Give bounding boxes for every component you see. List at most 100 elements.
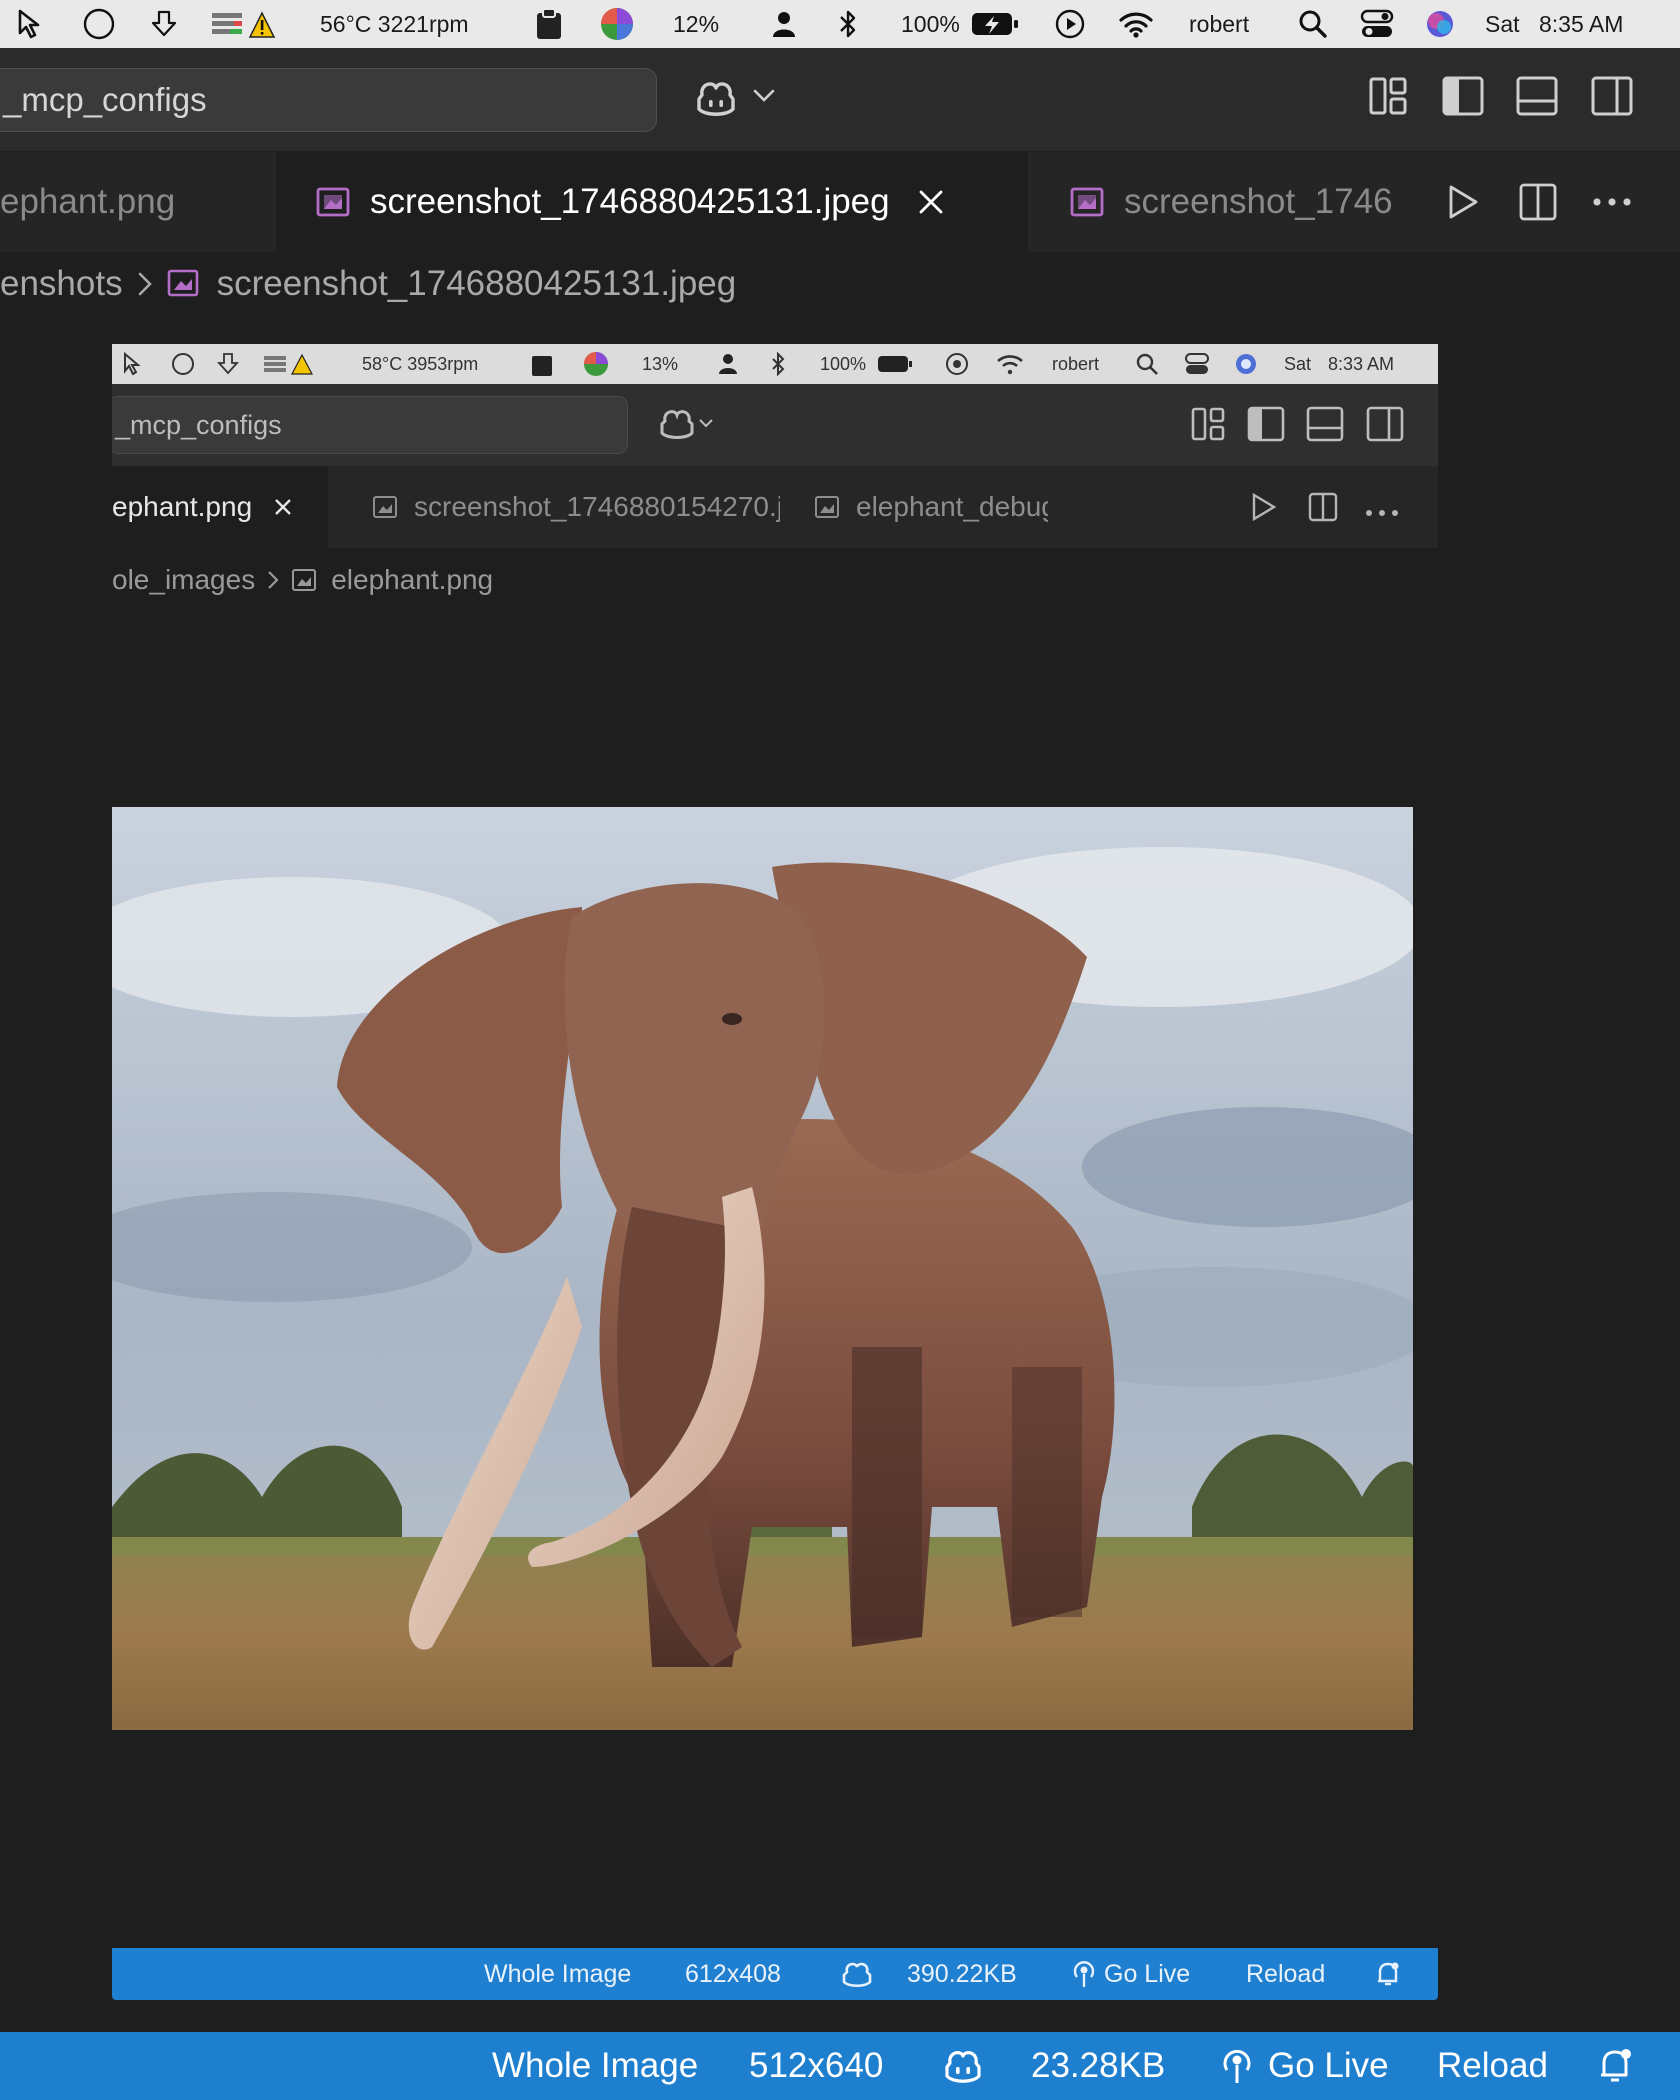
- customize-layout-icon[interactable]: [1368, 76, 1408, 116]
- customize-layout-icon: [1190, 406, 1226, 447]
- run-icon[interactable]: [1446, 152, 1480, 252]
- breadcrumb-folder[interactable]: enshots: [0, 264, 123, 304]
- username-label[interactable]: robert: [1189, 0, 1249, 48]
- tab-active-screenshot[interactable]: screenshot_1746880425131.jpeg: [276, 152, 1028, 252]
- preview-command-center: _mcp_configs: [112, 396, 628, 454]
- notifications-bell-icon: [1374, 1948, 1402, 2000]
- macos-menu-bar: 56°C 3221rpm 12% 100% robert Sat 8:35 AM: [0, 0, 1680, 48]
- notifications-bell-icon[interactable]: [1596, 2032, 1636, 2100]
- toggle-secondary-sidebar-icon: [1366, 406, 1404, 447]
- close-icon[interactable]: [916, 187, 946, 217]
- pie-chart-icon: [582, 344, 610, 384]
- clock-time-label[interactable]: 8:35 AM: [1539, 0, 1623, 48]
- control-center-icon[interactable]: [1360, 0, 1394, 48]
- more-actions-icon[interactable]: [1592, 152, 1632, 252]
- battery-charging-icon[interactable]: [970, 0, 1020, 48]
- elephant-photo: [112, 807, 1413, 1730]
- file-size-status[interactable]: 23.28KB: [1031, 2032, 1165, 2100]
- date-day-label[interactable]: Sat: [1485, 0, 1520, 48]
- search-icon: [1135, 344, 1159, 384]
- play-circle-icon[interactable]: [1054, 0, 1086, 48]
- person-icon: [717, 344, 739, 384]
- control-center-icon: [1184, 344, 1210, 384]
- clipboard-icon[interactable]: [534, 0, 564, 48]
- go-live-label: Go Live: [1104, 1959, 1191, 1988]
- tab-screenshot-2[interactable]: screenshot_1746: [1028, 152, 1420, 252]
- tab-label: ephant.png: [0, 182, 176, 221]
- chevron-right-icon: [265, 568, 281, 592]
- preview-menu-bar: 58°C 3953rpm 13% 100% robert Sat 8:33 AM: [112, 344, 1438, 384]
- copilot-icon[interactable]: [693, 77, 739, 119]
- circle-icon: [170, 344, 196, 384]
- reload-button[interactable]: Reload: [1437, 2032, 1548, 2100]
- stats-warning-icon: [262, 344, 314, 384]
- circle-icon[interactable]: [82, 0, 116, 48]
- image-file-icon: [316, 185, 352, 219]
- preview-status-bar: Whole Image 612x408 390.22KB Go Live Rel…: [112, 1948, 1438, 2000]
- stats-warning-icon[interactable]: [210, 0, 276, 48]
- search-icon[interactable]: [1298, 0, 1328, 48]
- date-day-label: Sat: [1284, 353, 1312, 374]
- toggle-primary-sidebar-icon[interactable]: [1442, 76, 1484, 116]
- image-dimensions-label: 612x408: [685, 1959, 781, 1988]
- battery-percent-readout[interactable]: 100%: [901, 0, 960, 48]
- command-center-label: _mcp_configs: [3, 81, 207, 118]
- username-label: robert: [1052, 353, 1100, 374]
- image-dimensions-status[interactable]: 512x640: [749, 2032, 883, 2100]
- pointer-icon[interactable]: [14, 0, 48, 48]
- go-live-button[interactable]: Go Live: [1268, 2032, 1389, 2100]
- chevron-down-icon[interactable]: [752, 88, 776, 104]
- zoom-status-button[interactable]: Whole Image: [492, 2032, 698, 2100]
- download-arrow-icon[interactable]: [147, 0, 181, 48]
- preview-tab-elephant-png: ephant.png: [112, 466, 328, 548]
- preview-tab-screenshot: screenshot_1746880154270.jpg: [360, 466, 780, 548]
- tab-label: ephant.png: [112, 491, 253, 522]
- wifi-icon: [996, 344, 1024, 384]
- temperature-fan-readout[interactable]: 56°C 3221rpm: [320, 0, 469, 48]
- breadcrumb-file[interactable]: screenshot_1746880425131.jpeg: [217, 264, 737, 304]
- file-size-label: 390.22KB: [907, 1959, 1017, 1988]
- tab-label: screenshot_1746: [1124, 182, 1393, 221]
- siri-icon[interactable]: [1425, 0, 1455, 48]
- pie-chart-icon[interactable]: [599, 0, 635, 48]
- preview-breadcrumb: ole_images elephant.png: [112, 548, 493, 612]
- play-circle-icon: [944, 344, 970, 384]
- copilot-icon: [658, 406, 714, 447]
- copilot-icon[interactable]: [941, 2032, 985, 2100]
- broadcast-icon[interactable]: [1219, 2032, 1255, 2100]
- command-center-search[interactable]: _mcp_configs: [0, 68, 657, 132]
- battery-percent-readout: 100%: [820, 353, 867, 374]
- clipboard-icon: [530, 344, 554, 384]
- tab-label: screenshot_1746880154270.jpg: [414, 491, 780, 522]
- zoom-label: Whole Image: [484, 1959, 632, 1988]
- tab-label: elephant_debug.p: [856, 491, 1048, 522]
- image-file-icon: [291, 567, 319, 593]
- toggle-primary-sidebar-icon: [1247, 406, 1285, 447]
- person-icon[interactable]: [770, 0, 798, 48]
- image-file-icon: [1070, 185, 1106, 219]
- toggle-secondary-sidebar-icon[interactable]: [1591, 76, 1633, 116]
- reload-label: Reload: [1246, 1959, 1326, 1988]
- image-preview[interactable]: 58°C 3953rpm 13% 100% robert Sat 8:33 AM…: [112, 344, 1438, 2002]
- more-actions-icon: [1365, 504, 1399, 522]
- cpu-percent-readout[interactable]: 12%: [673, 0, 719, 48]
- title-bar: _mcp_configs: [0, 48, 1680, 152]
- tab-elephant-png[interactable]: ephant.png: [0, 152, 276, 252]
- close-icon: [272, 496, 294, 518]
- split-editor-icon[interactable]: [1519, 152, 1557, 252]
- chevron-right-icon: [135, 269, 155, 299]
- toggle-panel-icon[interactable]: [1516, 76, 1558, 116]
- run-icon: [1250, 492, 1278, 527]
- temperature-fan-readout: 58°C 3953rpm: [362, 353, 479, 374]
- battery-charging-icon: [876, 344, 914, 384]
- editor-tab-bar: ephant.png screenshot_1746880425131.jpeg…: [0, 152, 1680, 252]
- preview-command-center-label: _mcp_configs: [115, 409, 282, 440]
- clock-time-label: 8:33 AM: [1328, 353, 1395, 374]
- bluetooth-icon[interactable]: [838, 0, 858, 48]
- split-editor-icon: [1308, 492, 1338, 527]
- wifi-icon[interactable]: [1118, 0, 1154, 48]
- image-file-icon: [167, 268, 201, 300]
- pointer-icon: [120, 344, 146, 384]
- tab-label: screenshot_1746880425131.jpeg: [370, 182, 890, 221]
- cpu-percent-readout: 13%: [642, 353, 679, 374]
